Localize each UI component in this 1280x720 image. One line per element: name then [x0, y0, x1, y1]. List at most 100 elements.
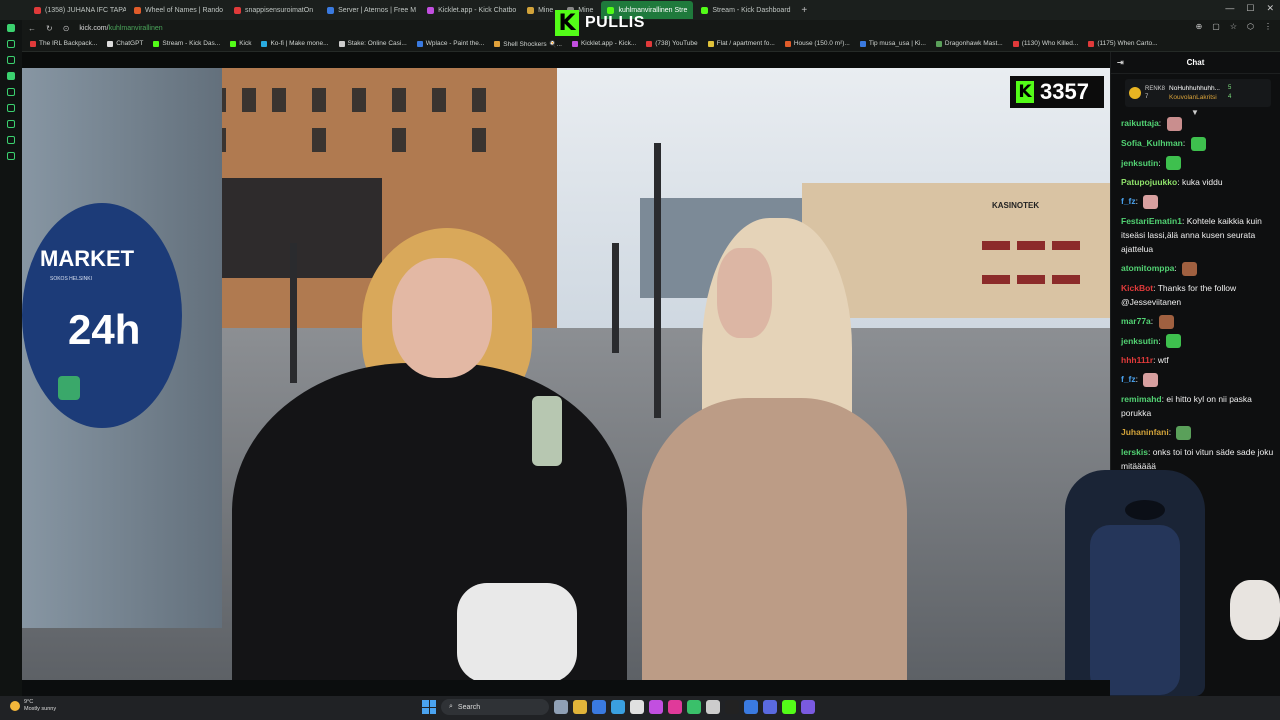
bookmark-item[interactable]: Kick — [230, 40, 251, 47]
maximize-icon[interactable]: ☐ — [1246, 3, 1254, 14]
taskbar-app-icon[interactable] — [573, 700, 587, 714]
sidebar-app-icon[interactable] — [7, 56, 15, 64]
streamer-webcam — [1055, 470, 1280, 696]
chat-username[interactable]: jenksutin — [1121, 158, 1158, 168]
bookmark-item[interactable]: ChatGPT — [107, 40, 143, 47]
chat-username[interactable]: raikuttaja — [1121, 118, 1159, 128]
taskbar-app-icon[interactable] — [782, 700, 796, 714]
browser-tab[interactable]: Stream - Kick Dashboard — [695, 1, 793, 19]
bookmark-favicon-icon — [571, 40, 578, 47]
chat-message: jenksutin: — [1121, 156, 1275, 171]
taskbar-app-icon[interactable] — [554, 700, 568, 714]
bookmark-item[interactable]: The IRL Backpack... — [30, 40, 97, 47]
sidebar-app-icon[interactable] — [7, 40, 15, 48]
tab-favicon-icon — [527, 6, 535, 14]
taskbar-app-icon[interactable] — [649, 700, 663, 714]
new-tab-button[interactable]: + — [795, 5, 813, 16]
taskbar-app-icon[interactable] — [668, 700, 682, 714]
chat-username[interactable]: Patupojuukko — [1121, 177, 1177, 187]
bookmark-item[interactable]: Kicklet.app - Kick... — [571, 40, 636, 47]
bookmark-item[interactable]: Stream - Kick Das... — [153, 40, 220, 47]
close-icon[interactable]: ✕ — [1266, 3, 1274, 14]
bookmark-star-icon[interactable]: ☆ — [1230, 22, 1237, 31]
bookmark-item[interactable]: (1130) Who Killed... — [1012, 40, 1078, 47]
bookmark-item[interactable]: Ko-fi | Make mone... — [261, 40, 329, 47]
bookmark-item[interactable]: (738) YouTube — [646, 40, 698, 47]
sidebar-app-icon[interactable] — [7, 152, 15, 160]
chat-username[interactable]: Juhaninfani — [1121, 427, 1169, 437]
bookmark-item[interactable]: Flat / apartment fo... — [707, 40, 775, 47]
share-icon[interactable]: ▢ — [1212, 22, 1220, 31]
leaderboard-values: 5 4 — [1228, 84, 1231, 102]
windows-start-icon[interactable] — [422, 700, 436, 714]
taskbar-app-icon[interactable] — [763, 700, 777, 714]
install-icon[interactable]: ⊕ — [1196, 22, 1203, 31]
taskbar-search[interactable]: ⌕ Search — [441, 699, 549, 715]
bookmark-item[interactable]: (1175) When Carto... — [1088, 40, 1158, 47]
sidebar-app-icon[interactable] — [7, 72, 15, 80]
url-field[interactable]: kick.com/kuhlmanvirallinen — [79, 25, 162, 32]
bookmark-label: Shell Shockers 🍳... — [503, 40, 562, 48]
video-player[interactable]: KASINOTEK MARKET SOKOS HELSINKI 24h K 33… — [22, 68, 1110, 680]
sidebar-app-icon[interactable] — [7, 120, 15, 128]
bookmark-label: Kick — [239, 40, 252, 47]
bookmark-favicon-icon — [30, 40, 36, 47]
bookmark-item[interactable]: Stake: Online Casi... — [338, 40, 407, 47]
chat-username[interactable]: f_fz — [1121, 196, 1136, 206]
chat-username[interactable]: hhh111r — [1121, 355, 1153, 365]
chat-message: lerskis: onks toi toi vitun säde sade jo… — [1121, 445, 1275, 473]
minimize-icon[interactable]: — — [1225, 3, 1234, 14]
bookmark-label: Wplace - Paint the... — [425, 40, 485, 47]
sidebar-app-icon[interactable] — [7, 104, 15, 112]
chat-username[interactable]: KickBot — [1121, 283, 1153, 293]
taskbar-app-icon[interactable] — [706, 700, 720, 714]
chat-username[interactable]: lerskis — [1121, 447, 1148, 457]
weather-widget[interactable]: 9°C Mostly sunny — [10, 699, 56, 713]
bookmark-item[interactable]: Wplace - Paint the... — [416, 40, 485, 47]
emote-icon — [1143, 195, 1159, 209]
site-info-icon[interactable]: ⊙ — [63, 24, 70, 33]
collapse-chat-icon[interactable]: ⇥ — [1117, 58, 1124, 67]
browser-tab[interactable]: Server | Aternos | Free M — [321, 1, 419, 19]
chat-username[interactable]: atomitomppa — [1121, 263, 1174, 273]
browser-tab[interactable]: Wheel of Names | Rando — [128, 1, 226, 19]
bookmark-label: (1175) When Carto... — [1097, 40, 1158, 47]
bookmark-item[interactable]: Dragonhawk Mast... — [935, 40, 1003, 47]
browser-tab[interactable]: snappisensuroimatOn — [228, 1, 319, 19]
chat-username[interactable]: jenksutin — [1121, 336, 1158, 346]
browser-tab[interactable]: Kicklet.app - Kick Chatbo — [421, 1, 519, 19]
chat-username[interactable]: remimahd — [1121, 394, 1162, 404]
toolbar-actions: ⊕ ▢ ☆ ⬡ ⋮ — [1196, 22, 1272, 31]
browser-tab[interactable]: Mine — [521, 1, 559, 19]
chat-message: f_fz: — [1121, 194, 1275, 209]
leaderboard-rank: RENK8 7 — [1145, 85, 1165, 101]
taskbar-app-icon[interactable] — [744, 700, 758, 714]
menu-icon[interactable]: ⋮ — [1264, 22, 1272, 31]
chat-username[interactable]: Sofia_Kulhman — [1121, 138, 1183, 148]
taskbar-app-icon[interactable] — [687, 700, 701, 714]
chat-username[interactable]: FestariEmatin1 — [1121, 216, 1182, 226]
browser-tab[interactable]: (1358) JUHANA IFC TAPA — [28, 1, 126, 19]
bookmark-item[interactable]: Shell Shockers 🍳... — [494, 40, 562, 48]
sidebar-app-icon[interactable] — [7, 88, 15, 96]
workspace-icon[interactable] — [7, 24, 15, 32]
sidebar-app-icon[interactable] — [7, 136, 15, 144]
taskbar-app-icon[interactable] — [611, 700, 625, 714]
extensions-icon[interactable]: ⬡ — [1247, 22, 1254, 31]
bookmark-label: The IRL Backpack... — [39, 40, 98, 47]
chat-username[interactable]: f_fz — [1121, 374, 1136, 384]
chat-message: raikuttaja: — [1121, 116, 1275, 131]
bookmark-item[interactable]: Tip musa_usa | Ki... — [859, 40, 926, 47]
taskbar-app-icon[interactable] — [592, 700, 606, 714]
taskbar-app-icon[interactable] — [801, 700, 815, 714]
chat-separator: : — [1158, 335, 1164, 346]
weather-temperature: 9°C — [24, 699, 34, 705]
chat-username[interactable]: mar77a — [1121, 316, 1151, 326]
emote-icon — [1166, 116, 1182, 131]
leaderboard-pinned[interactable]: RENK8 7 NoHuhhuhhuhh... KouvolanLakritsi… — [1125, 79, 1271, 107]
back-icon[interactable]: ← — [28, 24, 36, 33]
bookmark-item[interactable]: House (150.0 m²)... — [784, 40, 850, 47]
reload-icon[interactable]: ↻ — [46, 24, 53, 33]
taskbar-app-icon[interactable] — [725, 700, 739, 714]
taskbar-app-icon[interactable] — [630, 700, 644, 714]
